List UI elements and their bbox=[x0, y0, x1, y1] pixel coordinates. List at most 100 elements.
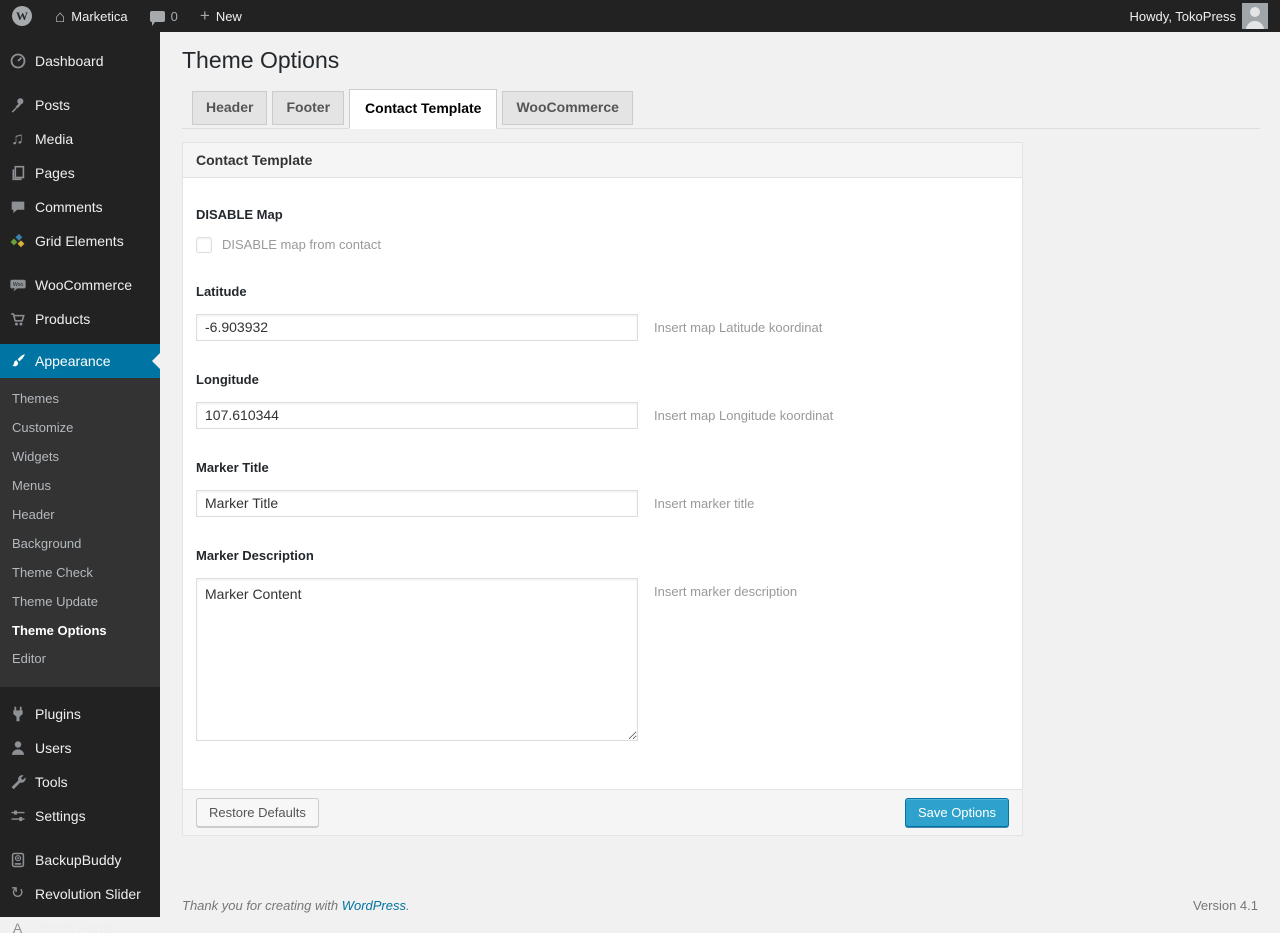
marker-title-helper-text: Insert marker title bbox=[654, 490, 754, 511]
sliders-icon bbox=[0, 807, 35, 825]
home-icon: ⌂ bbox=[55, 8, 65, 25]
sidebar-item-revolution-slider[interactable]: ↻ Revolution Slider bbox=[0, 877, 160, 911]
comment-count: 0 bbox=[171, 9, 178, 24]
menu-separator bbox=[0, 336, 160, 344]
main-content: Theme Options Header Footer Contact Temp… bbox=[160, 0, 1280, 933]
marker-title-input[interactable] bbox=[196, 490, 638, 517]
sidebar-item-woocommerce[interactable]: Woo WooCommerce bbox=[0, 268, 160, 302]
submenu-item-widgets[interactable]: Widgets bbox=[0, 443, 160, 472]
sidebar-item-grid-elements[interactable]: Grid Elements bbox=[0, 224, 160, 258]
admin-bar-right: Howdy, TokoPress bbox=[1119, 0, 1280, 32]
my-account-menu[interactable]: Howdy, TokoPress bbox=[1119, 0, 1280, 32]
disable-map-label: DISABLE Map bbox=[196, 207, 1009, 222]
marker-description-helper-text: Insert marker description bbox=[654, 578, 797, 599]
disable-map-checkbox-row: DISABLE map from contact bbox=[196, 237, 1009, 253]
menu-separator bbox=[0, 687, 160, 697]
disable-map-checkbox-label: DISABLE map from contact bbox=[222, 237, 381, 252]
footer-thankyou-text: Thank you for creating with WordPress. bbox=[182, 898, 410, 913]
admin-bar: W ⌂ Marketica 0 + New Howdy, TokoPress bbox=[0, 0, 1280, 32]
menu-separator bbox=[0, 833, 160, 843]
sidebar-item-plugins[interactable]: Plugins bbox=[0, 697, 160, 731]
latitude-label: Latitude bbox=[196, 284, 1009, 299]
submenu-item-editor[interactable]: Editor bbox=[0, 645, 160, 674]
page-title: Theme Options bbox=[182, 41, 1260, 79]
menu-separator bbox=[0, 258, 160, 268]
submenu-item-background[interactable]: Background bbox=[0, 530, 160, 559]
contact-template-panel: Contact Template DISABLE Map DISABLE map… bbox=[182, 142, 1023, 837]
submenu-item-menus[interactable]: Menus bbox=[0, 472, 160, 501]
pages-icon bbox=[0, 164, 35, 182]
wrench-icon bbox=[0, 773, 35, 791]
panel-footer: Restore Defaults Save Options bbox=[182, 789, 1023, 837]
marker-description-textarea[interactable]: Marker Content bbox=[196, 578, 638, 741]
menu-separator bbox=[0, 78, 160, 88]
sidebar-item-dashboard[interactable]: Dashboard bbox=[0, 44, 160, 78]
sidebar-item-users[interactable]: Users bbox=[0, 731, 160, 765]
plus-icon: + bbox=[200, 7, 210, 24]
sidebar-item-backupbuddy[interactable]: BackupBuddy bbox=[0, 843, 160, 877]
user-avatar bbox=[1242, 3, 1268, 29]
submenu-item-theme-options[interactable]: Theme Options bbox=[0, 617, 160, 646]
refresh-arrows-icon: ↻ bbox=[0, 884, 35, 905]
submenu-item-theme-check[interactable]: Theme Check bbox=[0, 559, 160, 588]
latitude-input[interactable] bbox=[196, 314, 638, 341]
comments-menu[interactable]: 0 bbox=[139, 0, 189, 32]
brush-icon bbox=[0, 352, 35, 370]
plugin-icon bbox=[0, 705, 35, 723]
submenu-item-header[interactable]: Header bbox=[0, 501, 160, 530]
longitude-label: Longitude bbox=[196, 372, 1009, 387]
theme-options-tabs: Header Footer Contact Template WooCommer… bbox=[182, 89, 1260, 129]
tab-header[interactable]: Header bbox=[192, 91, 267, 125]
marker-title-field: Marker Title Insert marker title bbox=[196, 460, 1009, 517]
woocommerce-icon: Woo bbox=[0, 276, 35, 294]
disable-map-checkbox[interactable] bbox=[196, 237, 212, 253]
cart-icon bbox=[0, 310, 35, 328]
save-options-button[interactable]: Save Options bbox=[905, 798, 1009, 828]
panel-title: Contact Template bbox=[182, 142, 1023, 178]
wordpress-logo-icon: W bbox=[12, 6, 32, 26]
media-icon: ♫ bbox=[0, 128, 35, 150]
longitude-helper-text: Insert map Longitude koordinat bbox=[654, 402, 833, 423]
page-footer: Thank you for creating with WordPress. V… bbox=[182, 890, 1260, 933]
submenu-item-themes[interactable]: Themes bbox=[0, 385, 160, 414]
tab-woocommerce[interactable]: WooCommerce bbox=[502, 91, 632, 125]
marker-description-field: Marker Description Marker Content Insert… bbox=[196, 548, 1009, 741]
new-content-menu[interactable]: + New bbox=[189, 0, 253, 32]
dashboard-icon bbox=[0, 52, 35, 70]
submenu-item-theme-update[interactable]: Theme Update bbox=[0, 588, 160, 617]
sidebar-item-tools[interactable]: Tools bbox=[0, 765, 160, 799]
sidebar-item-settings[interactable]: Settings bbox=[0, 799, 160, 833]
admin-bar-left: W ⌂ Marketica 0 + New bbox=[0, 0, 253, 32]
marker-description-label: Marker Description bbox=[196, 548, 1009, 563]
comment-icon bbox=[0, 198, 35, 216]
user-icon bbox=[0, 739, 35, 757]
restore-defaults-button[interactable]: Restore Defaults bbox=[196, 798, 319, 828]
disable-map-field: DISABLE Map DISABLE map from contact bbox=[196, 207, 1009, 253]
sidebar-item-pages[interactable]: Pages bbox=[0, 156, 160, 190]
appearance-submenu: Themes Customize Widgets Menus Header Ba… bbox=[0, 378, 160, 687]
wordpress-link[interactable]: WordPress bbox=[342, 898, 406, 913]
backup-drive-icon bbox=[0, 851, 35, 869]
footer-version: Version 4.1 bbox=[1193, 898, 1258, 913]
sidebar-item-products[interactable]: Products bbox=[0, 302, 160, 336]
svg-text:Woo: Woo bbox=[12, 282, 22, 288]
longitude-input[interactable] bbox=[196, 402, 638, 429]
latitude-field: Latitude Insert map Latitude koordinat bbox=[196, 284, 1009, 341]
sidebar-item-comments[interactable]: Comments bbox=[0, 190, 160, 224]
sidebar-item-media[interactable]: ♫ Media bbox=[0, 122, 160, 156]
submenu-item-customize[interactable]: Customize bbox=[0, 414, 160, 443]
sidebar-item-posts[interactable]: Posts bbox=[0, 88, 160, 122]
pushpin-icon bbox=[0, 96, 35, 114]
site-name-menu[interactable]: ⌂ Marketica bbox=[44, 0, 139, 32]
howdy-label: Howdy, TokoPress bbox=[1130, 9, 1236, 24]
wp-logo-menu[interactable]: W bbox=[0, 0, 44, 32]
sidebar-item-appearance[interactable]: Appearance bbox=[0, 344, 160, 378]
site-name-label: Marketica bbox=[71, 9, 127, 24]
tab-contact-template[interactable]: Contact Template bbox=[349, 89, 497, 129]
grid-elements-icon bbox=[0, 232, 35, 250]
latitude-helper-text: Insert map Latitude koordinat bbox=[654, 314, 822, 335]
tab-footer[interactable]: Footer bbox=[272, 91, 344, 125]
panel-body: DISABLE Map DISABLE map from contact Lat… bbox=[182, 178, 1023, 789]
comment-bubble-icon bbox=[150, 11, 165, 22]
longitude-field: Longitude Insert map Longitude koordinat bbox=[196, 372, 1009, 429]
